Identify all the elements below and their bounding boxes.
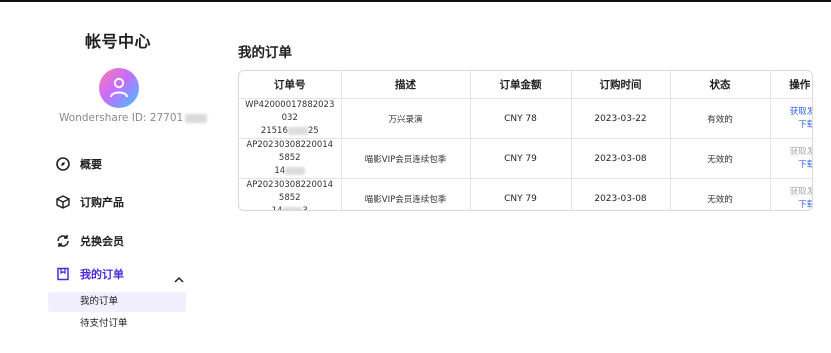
date-cell: 2023-03-08: [571, 138, 671, 179]
column-header: 订单号: [239, 71, 342, 99]
redacted-mask: [282, 206, 303, 210]
order-icon: [56, 267, 70, 281]
table-row: WP42000017882023032 21516 25 万兴录演 CNY 78 …: [239, 98, 812, 139]
column-header-actions: 操作?: [770, 71, 812, 99]
table-row: AP202303082200145852 14 喵影VIP会员连续包季 CNY …: [239, 138, 812, 179]
order-number: 3: [302, 206, 308, 211]
download-link[interactable]: 下载: [771, 199, 812, 211]
description-cell: 喵影VIP会员连续包季: [341, 138, 471, 179]
status-cell: 无效的: [670, 178, 771, 210]
amount-cell: CNY 78: [470, 98, 572, 139]
status-cell: 无效的: [670, 138, 771, 179]
compass-icon: [56, 157, 70, 171]
orders-table: 订单号 描述 订单金额 订购时间 状态 操作? WP42000017882023…: [238, 70, 813, 211]
order-number-cell: AP202303082200145852 14: [239, 138, 342, 179]
wondershare-id-text: Wondershare ID: 27701: [59, 112, 184, 124]
nav-item-products[interactable]: 订购产品: [56, 192, 124, 212]
order-number-cell: AP202303082200145852 14 3: [239, 178, 342, 211]
nav-item-redeem[interactable]: 兑换会员: [56, 231, 124, 251]
page-title: 我的订单: [238, 45, 292, 61]
order-number: 21516: [260, 126, 288, 136]
sidebar: 帐号中心 Wondershare ID: 27701 概要 订购产品 兑换会员 …: [0, 2, 208, 353]
avatar[interactable]: [99, 68, 139, 108]
wondershare-id: Wondershare ID: 27701: [59, 112, 208, 124]
date-cell: 2023-03-08: [571, 178, 671, 210]
redacted-mask: [185, 113, 208, 123]
nav-item-label: 订购产品: [80, 196, 124, 209]
chevron-up-icon[interactable]: [174, 269, 184, 288]
get-invoice-link[interactable]: 获取发票: [771, 186, 812, 199]
table-header-row: 订单号 描述 订单金额 订购时间 状态 操作?: [239, 71, 812, 99]
date-cell: 2023-03-22: [571, 98, 671, 139]
description-cell: 万兴录演: [341, 98, 471, 139]
user-icon: [110, 77, 128, 98]
nav-item-label: 概要: [80, 158, 102, 171]
exchange-icon: [56, 234, 70, 248]
nav-item-label: 兑换会员: [80, 235, 124, 248]
amount-cell: CNY 79: [470, 138, 572, 179]
order-number: 25: [307, 126, 319, 136]
actions-cell: 获取发票 下载: [770, 179, 812, 211]
redacted-mask: [287, 126, 308, 135]
order-number: 14: [274, 166, 286, 176]
status-cell: 有效的: [670, 98, 771, 139]
amount-cell: CNY 79: [470, 178, 572, 210]
table-row: AP202303082200145852 14 3 喵影VIP会员连续包季 CNY…: [239, 178, 812, 211]
order-number: 14: [271, 206, 283, 211]
column-header: 描述: [341, 71, 471, 99]
order-number: AP202303082200145852: [246, 140, 334, 163]
actions-cell: 获取发票 下载: [770, 98, 812, 139]
order-number: AP202303082200145852: [246, 180, 334, 203]
box-icon: [56, 195, 70, 209]
column-header: 状态: [670, 71, 771, 99]
description-cell: 喵影VIP会员连续包季: [341, 178, 471, 210]
column-header: 操作: [789, 79, 811, 91]
sub-item-my-orders[interactable]: 我的订单: [48, 292, 186, 312]
nav-item-my-orders[interactable]: 我的订单: [56, 264, 124, 284]
order-number: WP42000017882023032: [245, 100, 335, 123]
column-header: 订购时间: [571, 71, 671, 99]
actions-cell: 获取发票 下载: [770, 138, 812, 179]
redacted-mask: [285, 166, 306, 175]
column-header: 订单金额: [470, 71, 572, 99]
get-invoice-link[interactable]: 获取发票: [771, 106, 812, 119]
sub-item-pending-orders[interactable]: 待支付订单: [48, 314, 186, 334]
nav-item-label: 我的订单: [80, 268, 124, 281]
order-number-cell: WP42000017882023032 21516 25: [239, 98, 342, 139]
download-link[interactable]: 下载: [771, 119, 812, 132]
account-center-title: 帐号中心: [84, 32, 151, 51]
nav-item-overview[interactable]: 概要: [56, 154, 102, 174]
get-invoice-link[interactable]: 获取发票: [771, 146, 812, 159]
download-link[interactable]: 下载: [771, 159, 812, 172]
